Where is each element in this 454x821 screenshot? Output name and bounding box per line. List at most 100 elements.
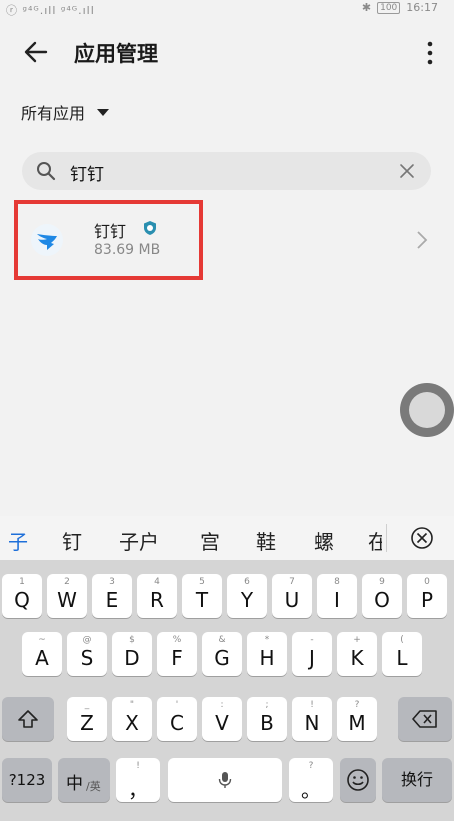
key-char: A [35, 646, 49, 670]
key-alt-char: _ [84, 700, 90, 710]
candidate-item[interactable]: 螺 [314, 526, 334, 555]
key-w[interactable]: 2W [47, 574, 87, 618]
key-alt-char: ! [310, 700, 314, 710]
candidate-item[interactable]: 子 [8, 526, 28, 555]
key-p[interactable]: 0P [407, 574, 447, 618]
language-sub-label: /英 [86, 780, 101, 793]
language-switch-key[interactable]: 中 /英 [58, 758, 110, 802]
key-char: B [260, 711, 274, 735]
key-char: Y [240, 588, 254, 612]
floating-assist-button[interactable] [400, 383, 454, 437]
key-s[interactable]: @ S [67, 632, 107, 676]
key-char: F [171, 646, 183, 670]
key-char: E [105, 588, 119, 612]
numeric-symbols-key[interactable]: ?123 [2, 758, 52, 802]
key-alt-char: 6 [244, 577, 250, 587]
more-options-icon[interactable] [426, 40, 434, 66]
language-label: 中 [66, 774, 83, 794]
back-arrow-icon[interactable] [22, 38, 50, 66]
key-alt-char: $ [129, 635, 135, 645]
key-alt-char: 7 [289, 577, 295, 587]
key-u[interactable]: 7U [272, 574, 312, 618]
key-b[interactable]: ; B [247, 697, 287, 741]
key-char: D [124, 646, 140, 670]
key-char: O [374, 588, 390, 612]
key-alt-char: % [172, 635, 182, 645]
key-h[interactable]: * H [247, 632, 287, 676]
key-alt-char: & [218, 635, 226, 645]
candidate-item[interactable]: 在 [368, 526, 382, 555]
dropdown-triangle-icon [97, 108, 110, 116]
key-g[interactable]: & G [202, 632, 242, 676]
key-char: N [304, 711, 320, 735]
key-j[interactable]: -J [292, 632, 332, 676]
candidate-item[interactable]: 鞋 [256, 526, 276, 555]
key-q[interactable]: 1Q [2, 574, 42, 618]
candidate-item[interactable]: 宫 [200, 526, 220, 555]
key-char: S [80, 646, 94, 670]
key-char: K [350, 646, 364, 670]
key-char: G [214, 646, 230, 670]
key-f[interactable]: % F [157, 632, 197, 676]
key-o[interactable]: 9O [362, 574, 402, 618]
clock: 16:17 [406, 1, 438, 14]
key-x[interactable]: " X [112, 697, 152, 741]
shift-key[interactable] [2, 697, 54, 741]
backspace-icon [412, 710, 437, 728]
key-r[interactable]: 4R [137, 574, 177, 618]
key-n[interactable]: ! N [292, 697, 332, 741]
key-alt-char: 4 [154, 577, 160, 587]
key-char: H [259, 646, 275, 670]
key-l[interactable]: (L [382, 632, 422, 676]
key-alt-char: 3 [109, 577, 115, 587]
key-k[interactable]: + K [337, 632, 377, 676]
key-alt-char: ~ [38, 635, 46, 645]
key-char: V [215, 711, 229, 735]
key-y[interactable]: 6Y [227, 574, 267, 618]
key-alt-char: 9 [379, 577, 385, 587]
key-d[interactable]: $ D [112, 632, 152, 676]
key-alt-char: ; [265, 700, 269, 710]
comma-key[interactable]: ! ， [116, 758, 160, 802]
key-i[interactable]: 8I [317, 574, 357, 618]
emoji-icon [347, 769, 369, 791]
key-char: C [170, 711, 184, 735]
key-alt-char: ! [136, 761, 140, 771]
key-char: U [284, 588, 300, 612]
microphone-icon [218, 772, 232, 788]
space-voice-key[interactable] [168, 758, 282, 802]
key-alt-char: ? [308, 761, 314, 771]
candidate-item[interactable]: 钉 [62, 526, 82, 555]
key-alt-char: : [220, 700, 224, 710]
clear-icon[interactable] [399, 163, 415, 179]
key-e[interactable]: 3E [92, 574, 132, 618]
key-alt-char: 5 [199, 577, 205, 587]
candidate-item[interactable]: 子户 [119, 526, 159, 555]
key-char: X [125, 711, 139, 735]
emoji-key[interactable] [340, 758, 376, 802]
key-v[interactable]: :V [202, 697, 242, 741]
collapse-candidates-icon[interactable] [410, 526, 434, 550]
key-a[interactable]: ~ A [22, 632, 62, 676]
enter-key[interactable]: 换行 [382, 758, 452, 802]
search-input[interactable] [68, 158, 382, 186]
key-alt-char: @ [82, 635, 92, 645]
period-key[interactable]: ? 。 [289, 758, 333, 802]
app-filter-dropdown[interactable]: 所有应用 [21, 100, 110, 124]
key-m[interactable]: ? M [337, 697, 377, 741]
search-icon [37, 162, 56, 181]
key-alt-char: ( [400, 635, 404, 645]
ime-candidate-bar: 子 钉 子户 宫 鞋 螺 在 [0, 516, 454, 560]
backspace-key[interactable] [398, 697, 452, 741]
key-t[interactable]: 5T [182, 574, 222, 618]
key-char: L [396, 646, 408, 670]
key-char: P [420, 588, 434, 612]
key-char: Q [14, 588, 30, 612]
key-z[interactable]: _ Z [67, 697, 107, 741]
key-char: W [57, 588, 77, 612]
security-shield-icon [144, 221, 156, 235]
key-c[interactable]: ' C [157, 697, 197, 741]
key-alt-char: 8 [334, 577, 340, 587]
app-size: 83.69 MB [94, 242, 161, 258]
bluetooth-icon: ✱ [361, 1, 372, 14]
